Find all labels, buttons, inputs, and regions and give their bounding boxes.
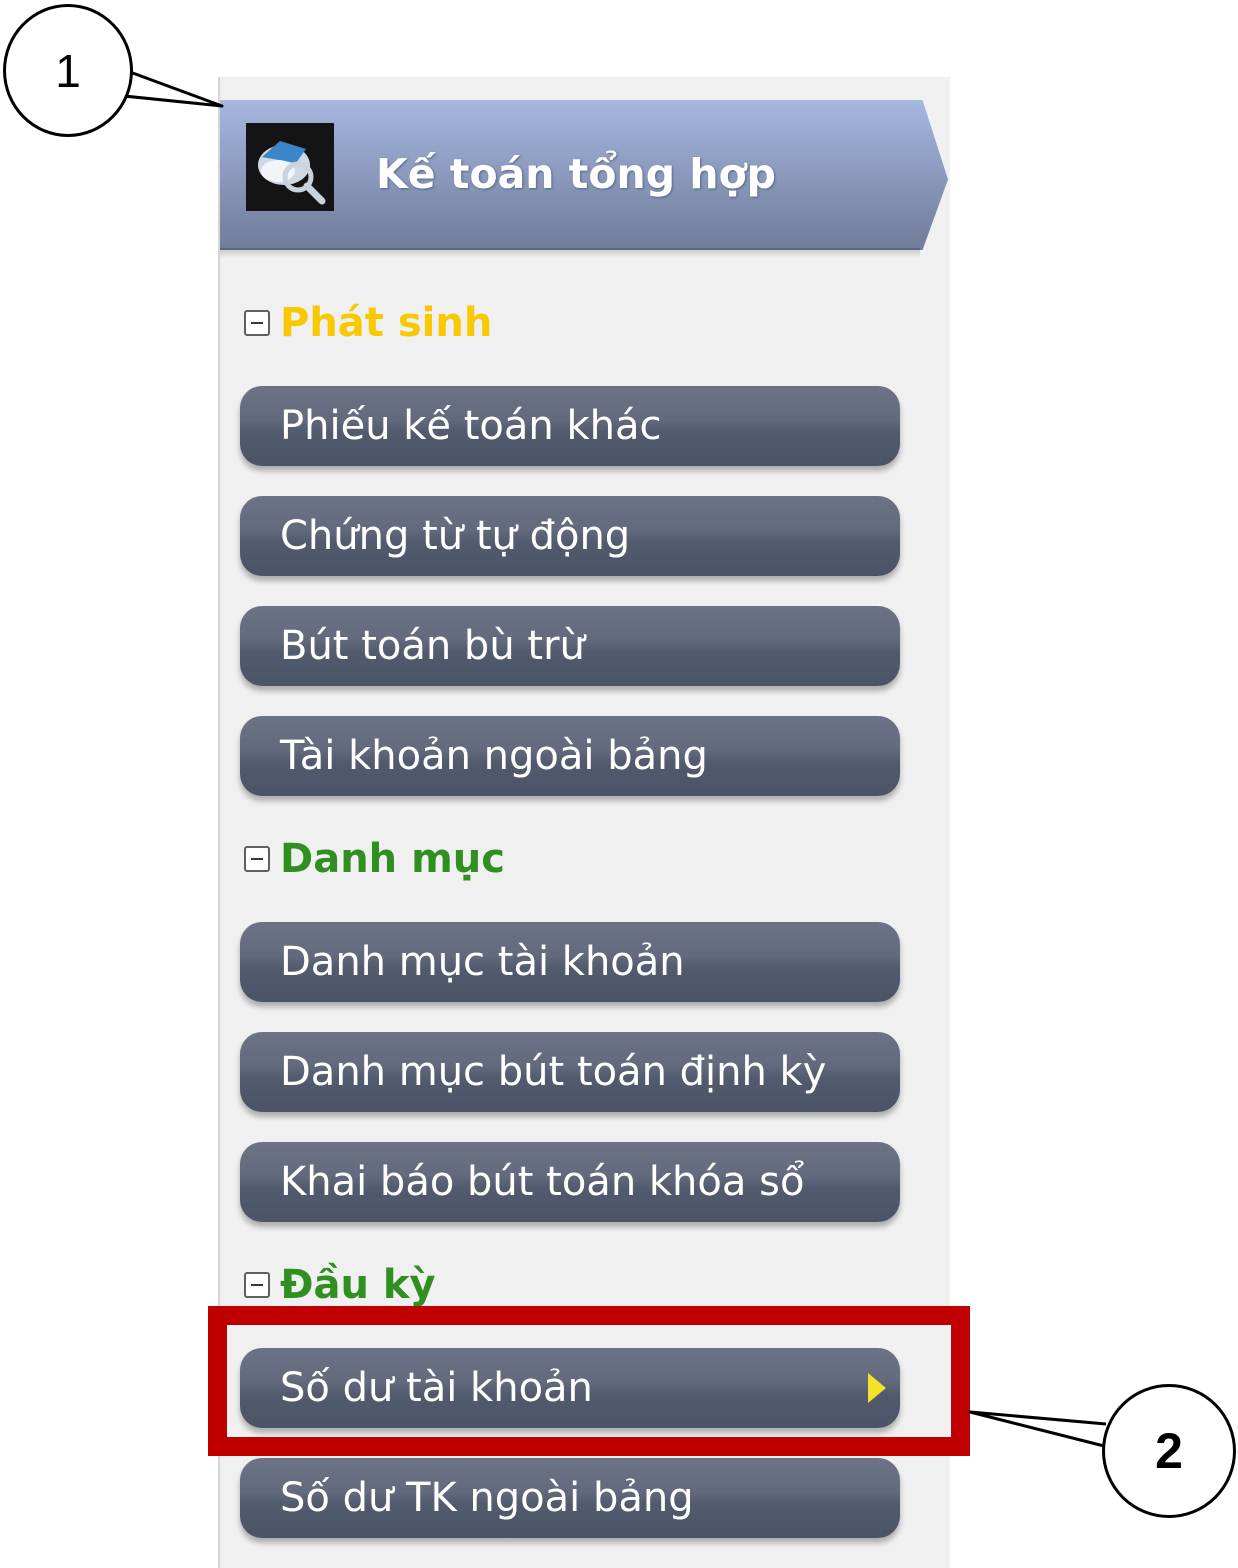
callout-leaders: [123, 70, 1113, 1450]
callout-1: 1: [3, 4, 133, 137]
callout-number: 1: [55, 44, 81, 97]
callout-2: 2: [1102, 1384, 1236, 1518]
callout-number: 2: [1155, 1423, 1183, 1479]
